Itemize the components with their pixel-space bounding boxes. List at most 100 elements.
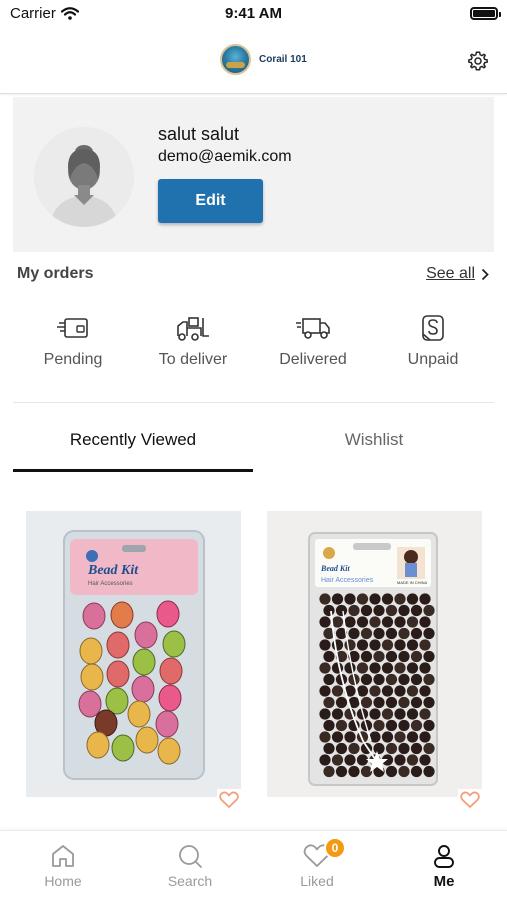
bead <box>394 731 406 743</box>
bead <box>423 650 435 663</box>
nav-home[interactable]: Home <box>8 841 118 889</box>
bead <box>423 719 435 732</box>
bead <box>398 742 410 755</box>
profile-name: salut salut <box>158 124 240 144</box>
bead <box>398 627 410 640</box>
bead <box>323 696 335 709</box>
order-status-label: Unpaid <box>407 351 459 368</box>
payment-icon <box>422 315 444 341</box>
bead <box>406 662 419 674</box>
product-card[interactable]: Bead Kit Hair Accessories <box>26 511 241 811</box>
bead <box>319 731 331 743</box>
bead <box>373 696 385 709</box>
nav-label: Search <box>167 873 213 889</box>
order-status-label: Delivered <box>279 351 347 368</box>
bead <box>394 662 406 674</box>
forklift-icon <box>177 317 209 341</box>
order-status-to-deliver[interactable]: To deliver <box>133 313 253 369</box>
bead <box>323 719 335 732</box>
bead <box>335 765 348 778</box>
app-header: Corail 101 <box>0 28 507 94</box>
tab-wishlist[interactable]: Wishlist <box>254 420 494 472</box>
brand-name: Corail 101 <box>259 54 307 65</box>
settings-button[interactable] <box>465 48 491 74</box>
bead <box>331 708 344 720</box>
bead <box>410 742 423 755</box>
bead <box>373 742 385 755</box>
edit-profile-button[interactable]: Edit <box>158 179 263 223</box>
invoice-icon <box>57 318 88 338</box>
bead <box>331 685 344 697</box>
bottom-nav: Home Search Liked 0 Me <box>0 830 507 900</box>
chevron-right-icon <box>481 268 489 280</box>
heart-icon <box>460 791 480 808</box>
bead <box>323 673 335 686</box>
bead <box>385 696 398 709</box>
nav-me[interactable]: Me <box>389 841 499 890</box>
avatar[interactable] <box>34 127 134 227</box>
bead <box>356 754 369 766</box>
brand[interactable]: Corail 101 <box>220 44 307 75</box>
favorite-button[interactable] <box>217 789 241 811</box>
bead <box>323 742 335 755</box>
nav-liked[interactable]: Liked 0 <box>262 837 372 889</box>
bead <box>423 742 435 755</box>
bead <box>335 742 348 755</box>
bead <box>410 627 423 640</box>
bead <box>344 754 356 766</box>
bead <box>323 650 335 663</box>
bead <box>369 662 381 674</box>
bead <box>406 731 419 743</box>
bead <box>369 593 381 605</box>
bead <box>381 593 394 605</box>
bead <box>344 639 356 651</box>
bead <box>344 731 356 743</box>
order-status-pending[interactable]: Pending <box>13 313 133 369</box>
bead <box>319 662 331 674</box>
made-in-label: MADE IN CHINA <box>397 580 428 585</box>
package-subtitle: Hair Accessories <box>88 581 133 587</box>
bead <box>410 673 423 686</box>
bead <box>398 719 410 732</box>
bead <box>381 616 394 628</box>
bead <box>373 650 385 663</box>
bead <box>419 662 431 674</box>
bead <box>360 650 373 663</box>
bead <box>419 616 431 628</box>
bead <box>369 685 381 697</box>
bead <box>398 765 410 778</box>
default-avatar-icon <box>34 127 134 227</box>
favorite-button[interactable] <box>458 789 482 811</box>
status-bar: Carrier 9:41 AM <box>0 0 507 28</box>
bead <box>335 719 348 732</box>
bead <box>419 639 431 651</box>
order-status-delivered[interactable]: Delivered <box>253 313 373 369</box>
bead <box>419 708 431 720</box>
package-title: Bead Kit <box>87 563 139 578</box>
bead <box>385 742 398 755</box>
bead <box>419 685 431 697</box>
bead <box>406 754 419 766</box>
bead <box>406 593 419 605</box>
bead <box>423 673 435 686</box>
bead <box>394 685 406 697</box>
profile-email: demo@aemik.com <box>158 148 292 165</box>
order-status-label: Pending <box>43 351 103 368</box>
nav-label: Liked <box>300 873 334 889</box>
product-card[interactable]: Bead Kit Hair Accessories MADE IN CHINA <box>267 511 482 811</box>
bead <box>385 604 398 617</box>
bead <box>319 754 331 766</box>
bead <box>410 604 423 617</box>
bead <box>381 731 394 743</box>
status-time: 9:41 AM <box>225 5 282 22</box>
tab-bar: Recently Viewed Wishlist <box>13 420 494 472</box>
tab-recently-viewed[interactable]: Recently Viewed <box>13 420 253 472</box>
bead <box>356 616 369 628</box>
bead <box>394 639 406 651</box>
person-icon <box>434 845 454 868</box>
order-status-label: To deliver <box>158 351 228 368</box>
see-all-link[interactable]: See all <box>426 265 489 283</box>
bead <box>360 673 373 686</box>
nav-search[interactable]: Search <box>135 841 245 889</box>
order-status-unpaid[interactable]: Unpaid <box>373 313 493 369</box>
